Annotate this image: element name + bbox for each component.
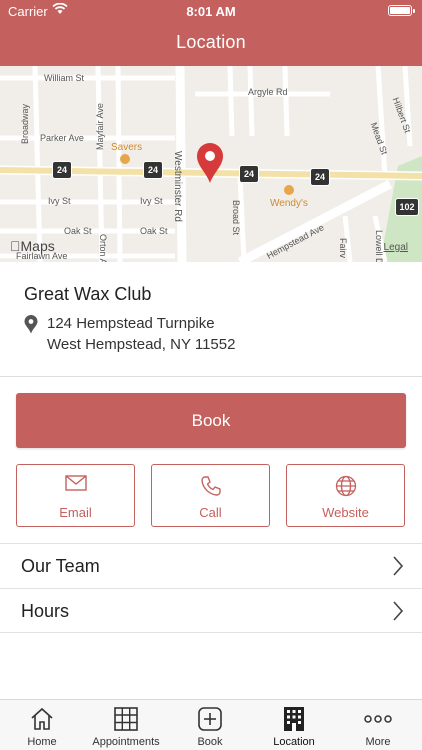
tab-label: More xyxy=(365,736,391,748)
call-button[interactable]: Call xyxy=(151,464,270,527)
apple-maps-logo: Maps xyxy=(10,238,55,254)
address-line-2[interactable]: West Hempstead, NY 11552 xyxy=(47,336,235,353)
calendar-grid-icon xyxy=(84,706,168,732)
call-label: Call xyxy=(199,505,222,520)
poi-wendys[interactable]: Wendy's xyxy=(270,198,308,209)
street-label: Mayfair Ave xyxy=(95,103,105,150)
street-label: Orton Ave xyxy=(98,234,108,262)
route-shield: 24 xyxy=(239,165,259,183)
poi-savers[interactable]: Savers xyxy=(111,142,142,153)
nav-header: Carrier 8:01 AM Location xyxy=(0,0,422,66)
tab-label: Location xyxy=(273,736,315,748)
website-label: Website xyxy=(322,505,369,520)
row-label: Hours xyxy=(21,601,70,621)
chevron-right-icon xyxy=(392,556,404,581)
building-icon xyxy=(252,706,336,732)
status-bar: Carrier 8:01 AM xyxy=(0,0,422,22)
street-label: Broad St xyxy=(231,200,241,236)
website-button[interactable]: Website xyxy=(286,464,405,527)
tab-label: Book xyxy=(197,736,223,748)
status-time: 8:01 AM xyxy=(186,4,236,19)
location-pin-icon xyxy=(24,315,38,339)
street-label: Ivy St xyxy=(48,196,71,206)
phone-icon xyxy=(152,475,269,497)
row-label: Our Team xyxy=(21,556,100,576)
street-label: Fairv xyxy=(338,238,348,258)
chevron-right-icon xyxy=(392,601,404,626)
tab-label: Home xyxy=(27,736,57,748)
add-square-icon xyxy=(168,706,252,732)
street-label: Oak St xyxy=(64,226,92,236)
email-label: Email xyxy=(59,505,92,520)
tab-home[interactable]: Home xyxy=(0,700,84,750)
street-label: Parker Ave xyxy=(40,133,84,143)
more-dots-icon xyxy=(336,706,420,732)
home-icon xyxy=(0,706,84,732)
hours-row[interactable]: Hours xyxy=(0,588,422,633)
page-title: Location xyxy=(176,32,246,52)
street-label: Argyle Rd xyxy=(248,87,288,97)
street-label: Ivy St xyxy=(140,196,163,206)
location-map[interactable]: William St Argyle Rd Parker Ave Ivy St I… xyxy=(0,66,422,262)
route-shield: 24 xyxy=(143,161,163,179)
restaurant-icon xyxy=(284,185,294,195)
street-label: Broadway xyxy=(20,103,30,144)
street-label: Westminster Rd xyxy=(172,151,183,222)
shopping-icon xyxy=(120,154,130,164)
street-label: Oak St xyxy=(140,226,168,236)
tab-more[interactable]: More xyxy=(336,700,420,750)
business-info: Great Wax Club 124 Hempstead Turnpike We… xyxy=(0,262,422,377)
envelope-icon xyxy=(17,475,134,491)
book-button[interactable]: Book xyxy=(16,393,406,448)
tab-location[interactable]: Location xyxy=(252,700,336,750)
battery-icon xyxy=(388,5,415,16)
email-button[interactable]: Email xyxy=(16,464,135,527)
our-team-row[interactable]: Our Team xyxy=(0,543,422,588)
tab-book[interactable]: Book xyxy=(168,700,252,750)
tab-label: Appointments xyxy=(92,736,160,748)
address-line-1[interactable]: 124 Hempstead Turnpike xyxy=(47,315,215,332)
route-shield: 24 xyxy=(52,161,72,179)
maps-attribution: Maps xyxy=(10,238,55,254)
tab-appointments[interactable]: Appointments xyxy=(84,700,168,750)
tab-bar: Home Appointments Book Location More xyxy=(0,699,422,750)
street-label: William St xyxy=(44,73,84,83)
business-name: Great Wax Club xyxy=(24,284,152,304)
legal-link[interactable]: Legal xyxy=(384,242,408,253)
globe-icon xyxy=(287,475,404,497)
route-shield: 102 xyxy=(395,198,419,216)
street-label: Lowell Dr xyxy=(374,230,384,262)
route-shield: 24 xyxy=(310,168,330,186)
